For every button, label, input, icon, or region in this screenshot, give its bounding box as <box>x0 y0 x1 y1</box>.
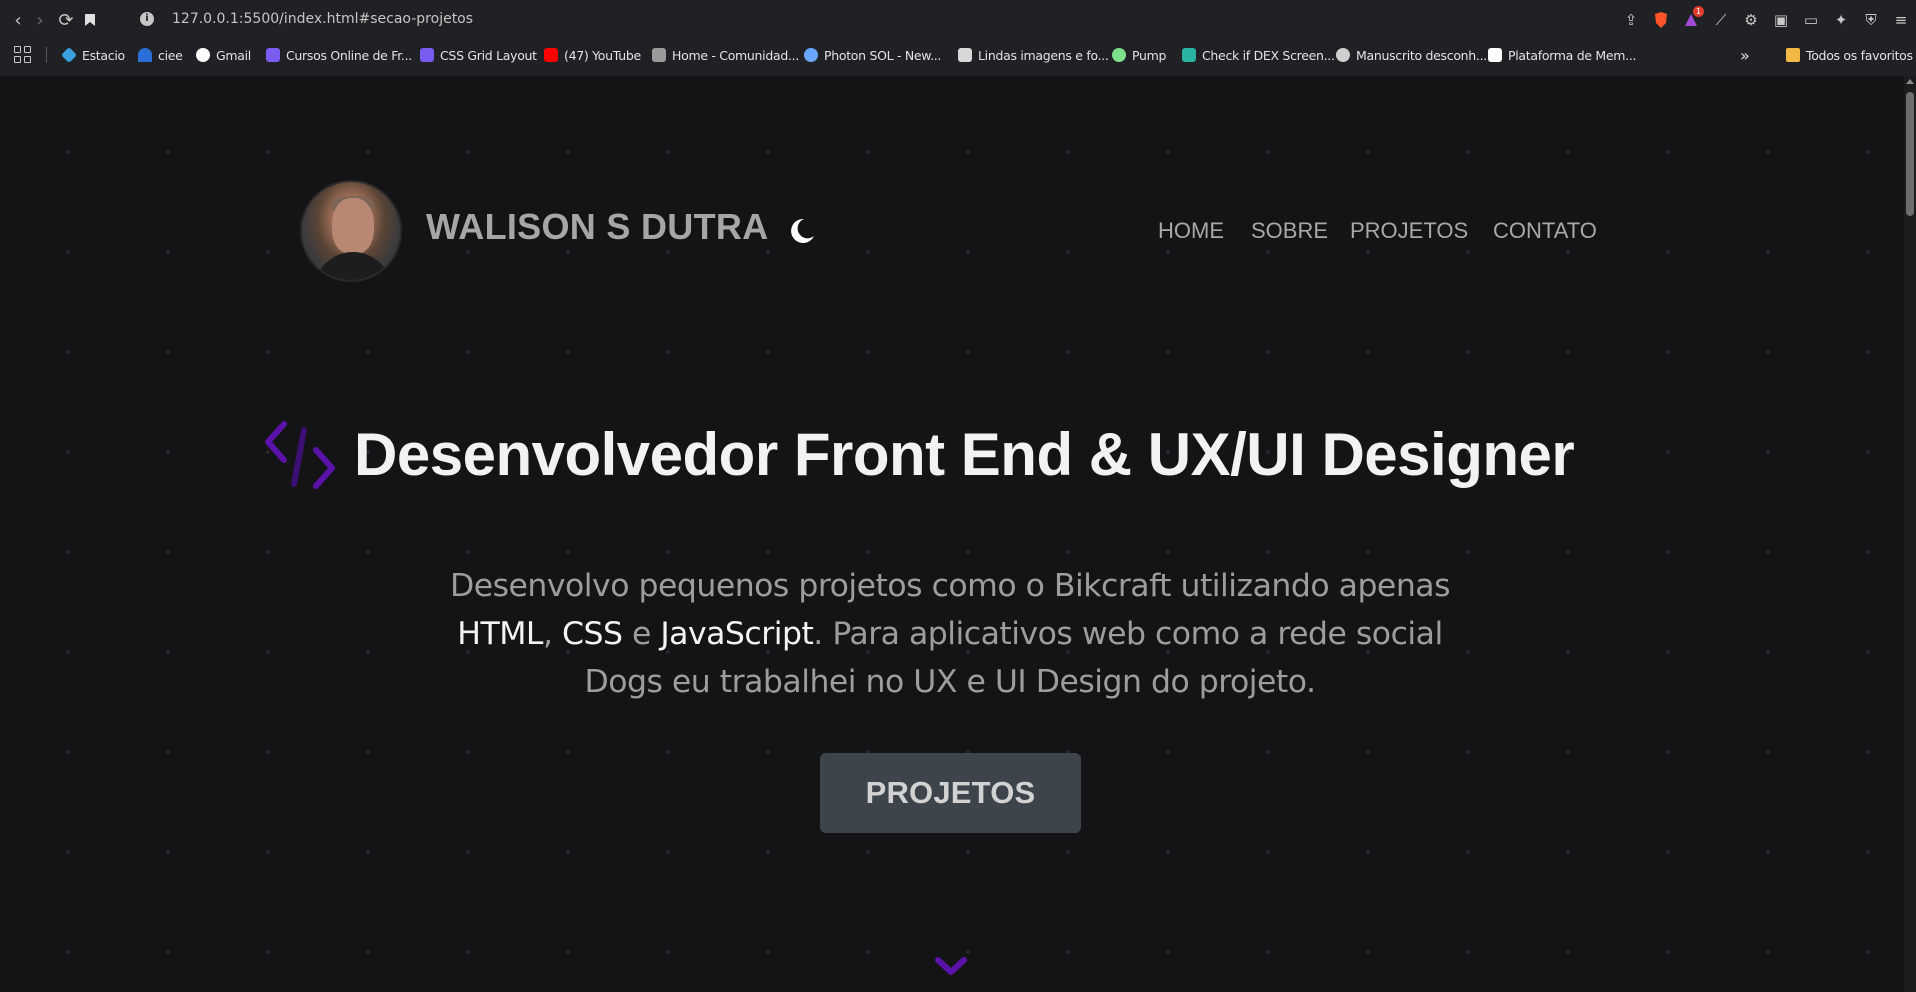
globe-icon <box>1336 48 1350 62</box>
bookmark-item[interactable]: Lindas imagens e fo... <box>958 46 1109 64</box>
forward-icon[interactable]: › <box>28 8 52 32</box>
bookmark-item[interactable]: ciee <box>138 46 183 64</box>
bookmark-label: Home - Comunidad... <box>672 47 799 63</box>
share-icon[interactable]: ⇪ <box>1616 8 1646 32</box>
sidebar-icon[interactable]: ▣ <box>1766 8 1796 32</box>
folder-icon <box>1786 48 1800 62</box>
nav-projetos[interactable]: PROJETOS <box>1350 218 1468 244</box>
hero-text-part: e <box>622 616 661 652</box>
wallet-icon[interactable]: ▭ <box>1796 8 1826 32</box>
bookmark-item[interactable]: Check if DEX Screen... <box>1182 46 1335 64</box>
highlight-html: HTML <box>457 616 543 652</box>
alura-icon <box>420 48 434 62</box>
toolbar-right-icons: ⇪ 1 ⟋ ⚙ ▣ ▭ ✦ ⛨ ≡ <box>1616 6 1916 32</box>
unsplash-icon <box>958 48 972 62</box>
back-icon[interactable]: ‹ <box>6 8 30 32</box>
hero-text-part: Desenvolvo pequenos projetos como o Bikc… <box>450 568 1451 604</box>
estacio-icon <box>61 47 77 63</box>
bookmark-item[interactable]: Cursos Online de Fr... <box>266 46 412 64</box>
pill-icon <box>1112 48 1126 62</box>
page-viewport <box>0 76 1916 992</box>
avatar-face <box>332 198 374 254</box>
bookmark-label: Check if DEX Screen... <box>1202 47 1335 63</box>
moon-icon[interactable] <box>786 216 816 246</box>
bookmark-label: Plataforma de Mem... <box>1508 47 1637 63</box>
leo-ai-icon[interactable]: ✦ <box>1826 8 1856 32</box>
reload-icon[interactable]: ⟳ <box>54 8 78 32</box>
bookmark-item[interactable]: (47) YouTube <box>544 46 641 64</box>
bookmark-label: CSS Grid Layout <box>440 47 537 63</box>
highlight-css: CSS <box>561 616 623 652</box>
code-icon <box>265 421 335 489</box>
menu-icon[interactable]: ≡ <box>1886 8 1916 32</box>
bookmark-item[interactable]: Plataforma de Mem... <box>1488 46 1636 64</box>
bookmark-label: ciee <box>158 47 183 63</box>
brand-name[interactable]: WALISON S DUTRA <box>426 206 769 248</box>
ciee-icon <box>138 48 152 62</box>
bookmark-item[interactable]: Manuscrito desconh... <box>1336 46 1487 64</box>
bookmark-label: Estacio <box>82 47 125 63</box>
bookmark-separator <box>46 47 47 63</box>
projects-button[interactable]: PROJETOS <box>820 753 1081 833</box>
nav-sobre[interactable]: SOBRE <box>1251 218 1328 244</box>
chevron-down-icon[interactable] <box>934 956 968 978</box>
notification-badge: 1 <box>1693 6 1704 17</box>
apps-grid-icon[interactable] <box>14 46 32 64</box>
browser-toolbar: ‹ › ⟳ i 127.0.0.1:5500/index.html#secao-… <box>0 0 1916 40</box>
community-icon <box>652 48 666 62</box>
bookmark-label: Todos os favoritos <box>1806 47 1913 63</box>
nav-home[interactable]: HOME <box>1158 218 1224 244</box>
hero-description: Desenvolvo pequenos projetos como o Bikc… <box>440 562 1460 706</box>
extensions-icon[interactable]: ⚙ <box>1736 8 1766 32</box>
bookmark-label: Photon SOL - New... <box>824 47 942 63</box>
dexscreener-icon <box>1182 48 1196 62</box>
vpn-icon[interactable]: ⛨ <box>1856 8 1886 32</box>
youtube-icon <box>544 48 558 62</box>
bookmark-label: Manuscrito desconh... <box>1356 47 1487 63</box>
bookmark-item[interactable]: Photon SOL - New... <box>804 46 941 64</box>
avatar[interactable] <box>300 180 402 282</box>
highlight-javascript: JavaScript <box>660 616 814 652</box>
bookmark-item[interactable]: Gmail <box>196 46 251 64</box>
scroll-up-arrow-icon[interactable] <box>1906 79 1914 84</box>
bookmarks-overflow-button[interactable]: » <box>1740 46 1750 65</box>
bookmark-item[interactable]: CSS Grid Layout <box>420 46 537 64</box>
alura-icon <box>266 48 280 62</box>
hero-title: Desenvolvedor Front End & UX/UI Designer <box>354 421 1575 488</box>
browser-chrome: ‹ › ⟳ i 127.0.0.1:5500/index.html#secao-… <box>0 0 1916 76</box>
pen-icon[interactable]: ⟋ <box>1706 8 1736 32</box>
memory-platform-icon <box>1488 48 1502 62</box>
brave-shields-icon[interactable] <box>1646 8 1676 32</box>
bookmark-label: Gmail <box>216 47 251 63</box>
bookmark-item[interactable]: Home - Comunidad... <box>652 46 799 64</box>
hero-text-part: , <box>542 616 562 652</box>
address-bar[interactable]: 127.0.0.1:5500/index.html#secao-projetos <box>172 11 473 27</box>
brave-rewards-icon[interactable]: 1 <box>1676 6 1706 32</box>
bookmark-label: Pump <box>1132 47 1167 63</box>
scrollbar-thumb[interactable] <box>1906 92 1914 216</box>
bookmark-label: (47) YouTube <box>564 47 641 63</box>
nav-contato[interactable]: CONTATO <box>1493 218 1597 244</box>
photon-icon <box>804 48 818 62</box>
site-info-icon[interactable]: i <box>140 12 154 26</box>
all-favorites-folder[interactable]: Todos os favoritos <box>1786 46 1913 64</box>
bookmark-label: Cursos Online de Fr... <box>286 47 412 63</box>
bookmark-label: Lindas imagens e fo... <box>978 47 1109 63</box>
google-icon <box>196 48 210 62</box>
bookmark-icon[interactable] <box>78 8 102 32</box>
bookmark-item[interactable]: Estacio <box>61 46 125 64</box>
avatar-shirt <box>314 252 392 280</box>
bookmark-item[interactable]: Pump <box>1112 46 1166 64</box>
